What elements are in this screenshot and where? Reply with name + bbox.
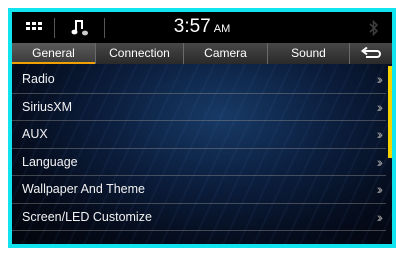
clock: 3:57 AM bbox=[12, 16, 392, 38]
scrollbar[interactable] bbox=[388, 66, 392, 158]
bluetooth-icon bbox=[368, 19, 380, 37]
menu-item-label: SiriusXM bbox=[22, 99, 73, 114]
menu-item-label: Wallpaper And Theme bbox=[22, 182, 145, 196]
menu-item-language[interactable]: Language ›› bbox=[12, 149, 386, 176]
menu-item-siriusxm[interactable]: SiriusXM ›› bbox=[12, 94, 386, 121]
clock-time: 3:57 bbox=[173, 16, 211, 37]
tab-connection[interactable]: Connection bbox=[96, 43, 184, 64]
status-bar: 3:57 AM bbox=[12, 12, 392, 43]
menu-item-label: Screen/LED Customize bbox=[22, 209, 152, 224]
clock-ampm: AM bbox=[213, 23, 231, 35]
double-chevron-right-icon: ›› bbox=[376, 71, 384, 87]
menu-item-label: Radio bbox=[22, 72, 55, 86]
double-chevron-right-icon: ›› bbox=[376, 181, 384, 197]
menu-item-aux[interactable]: AUX ›› bbox=[12, 121, 386, 149]
tab-general[interactable]: General bbox=[12, 43, 96, 64]
menu-item-label: AUX bbox=[22, 127, 48, 141]
double-chevron-right-icon: ›› bbox=[376, 98, 384, 115]
general-settings-list: Radio ›› SiriusXM ›› AUX ›› Language ›› … bbox=[12, 66, 386, 231]
double-chevron-right-icon: ›› bbox=[376, 126, 384, 142]
menu-item-screen-led-customize[interactable]: Screen/LED Customize ›› bbox=[12, 204, 386, 231]
double-chevron-right-icon: ›› bbox=[376, 153, 384, 170]
settings-tab-bar: General Connection Camera Sound bbox=[12, 43, 392, 64]
double-chevron-right-icon: ›› bbox=[376, 208, 384, 225]
menu-item-radio[interactable]: Radio ›› bbox=[12, 66, 386, 94]
screenshot-frame: 3:57AM General Connection Camera Sound bbox=[8, 8, 396, 248]
head-unit-screen: 3:57AM General Connection Camera Sound bbox=[12, 12, 392, 244]
menu-item-wallpaper-and-theme[interactable]: Wallpaper And Theme ›› bbox=[12, 176, 386, 204]
tab-sound[interactable]: Sound bbox=[268, 43, 350, 64]
back-button[interactable] bbox=[350, 43, 392, 64]
tab-camera[interactable]: Camera bbox=[184, 43, 268, 64]
back-arrow-icon bbox=[360, 46, 381, 58]
menu-item-label: Language bbox=[22, 154, 78, 169]
